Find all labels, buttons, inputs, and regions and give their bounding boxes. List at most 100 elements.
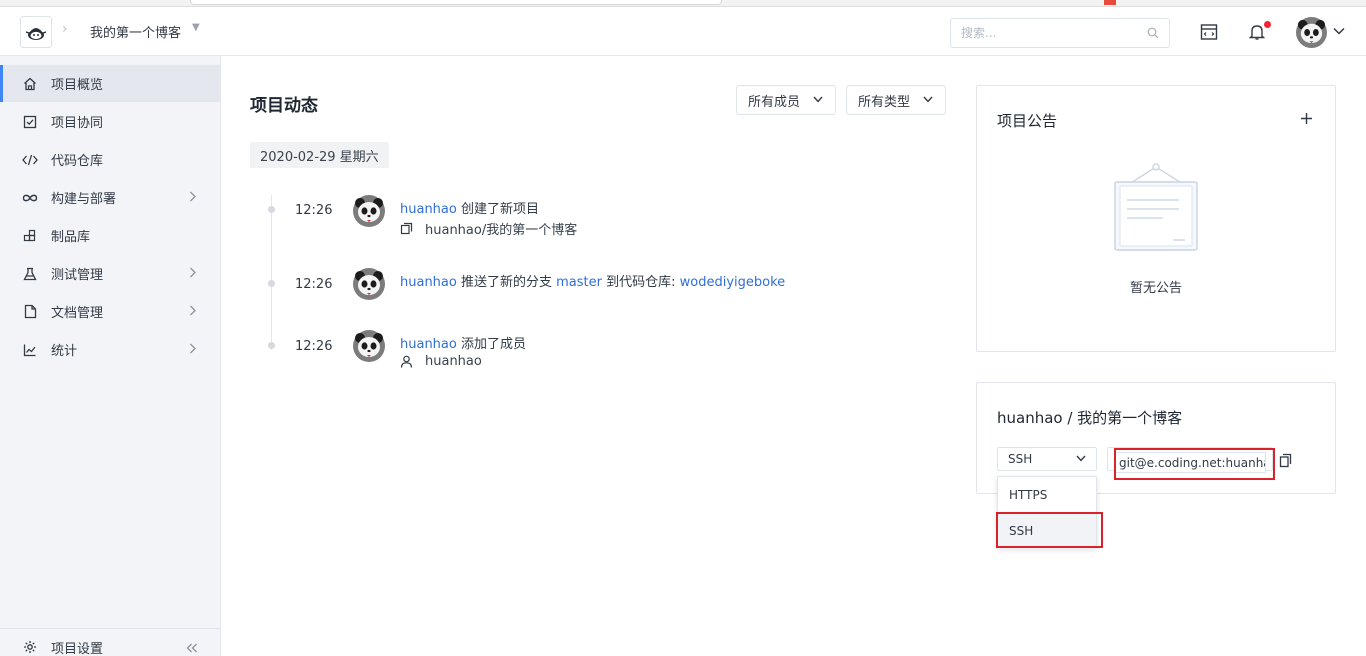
gear-icon — [22, 639, 38, 655]
sidebar-item-artifacts[interactable]: 制品库 — [0, 217, 220, 254]
empty-announcement-text: 暂无公告 — [1129, 281, 1182, 296]
empty-board-illustration — [1114, 163, 1198, 251]
code-icon — [22, 152, 38, 168]
page-title: 项目动态 — [250, 96, 318, 116]
event-summary: huanhao 推送了新的分支 master 到代码仓库: wodediyige… — [400, 271, 785, 290]
sidebar-item-label: 代码仓库 — [51, 154, 104, 169]
sidebar-item-docs[interactable]: 文档管理 — [0, 293, 220, 330]
sidebar-item-label: 项目设置 — [51, 641, 104, 656]
coding-logo[interactable] — [20, 16, 52, 48]
notification-badge — [1264, 21, 1271, 28]
event-detail: huanhao — [400, 354, 482, 369]
chevron-down-icon[interactable] — [1333, 27, 1345, 35]
browser-tab-edge — [190, 0, 722, 5]
add-announcement-icon[interactable] — [1300, 112, 1313, 125]
member-link[interactable]: huanhao — [425, 354, 482, 369]
workspace-icon[interactable] — [1200, 23, 1218, 41]
sidebar-item-label: 测试管理 — [51, 268, 104, 283]
event-action: 创建了新项目 — [460, 202, 539, 217]
sidebar-item-build-deploy[interactable]: 构建与部署 — [0, 179, 220, 216]
sidebar-item-label: 制品库 — [51, 230, 91, 245]
browser-tab-strip — [0, 0, 1366, 7]
sidebar: 项目概览 项目协同 代码仓库 构建与部署 制品库 测试管理 文档管理 统计 项目… — [0, 56, 221, 656]
collapse-sidebar-icon[interactable] — [186, 643, 198, 653]
clone-url-input[interactable] — [1115, 452, 1266, 473]
caret-down-icon[interactable]: ▼ — [192, 22, 200, 33]
event-action-2: 到代码仓库: — [606, 275, 676, 290]
type-filter-label: 所有类型 — [858, 94, 911, 110]
repo-title: huanhao / 我的第一个博客 — [997, 409, 1183, 427]
avatar[interactable] — [353, 330, 385, 362]
bell-icon[interactable] — [1249, 23, 1265, 41]
event-time: 12:26 — [295, 277, 333, 292]
branch-link[interactable]: master — [556, 275, 602, 290]
chevron-right-icon — [190, 191, 196, 202]
repo-link[interactable]: wodediyigeboke — [680, 275, 786, 290]
sidebar-item-label: 项目协同 — [51, 116, 104, 131]
event-summary: huanhao 添加了成员 — [400, 333, 526, 352]
protocol-option-https[interactable]: HTTPS — [998, 477, 1096, 513]
type-filter[interactable]: 所有类型 — [846, 85, 946, 115]
infinity-icon — [22, 190, 38, 206]
search-input[interactable] — [951, 19, 1131, 47]
timeline-line — [271, 195, 272, 350]
copy-icon[interactable] — [1279, 453, 1292, 468]
protocol-dropdown: HTTPS SSH — [997, 476, 1097, 549]
sidebar-item-testing[interactable]: 测试管理 — [0, 255, 220, 292]
event-detail: huanhao/我的第一个博客 — [400, 219, 577, 238]
protocol-value: SSH — [1008, 452, 1033, 466]
chevron-right-icon — [190, 267, 196, 278]
user-icon — [400, 355, 413, 368]
chevron-right-icon: › — [62, 21, 68, 37]
timeline-dot — [268, 206, 275, 213]
sidebar-item-label: 文档管理 — [51, 306, 104, 321]
browser-red-marker — [1104, 0, 1116, 5]
protocol-option-ssh[interactable]: SSH — [998, 513, 1096, 549]
coding-logo-icon — [25, 28, 47, 40]
announcement-title: 项目公告 — [997, 112, 1058, 130]
announcement-card: 项目公告 暂无公告 — [976, 85, 1336, 352]
event-time: 12:26 — [295, 339, 333, 354]
sidebar-item-label: 统计 — [51, 344, 78, 359]
event-time: 12:26 — [295, 203, 333, 218]
avatar[interactable] — [353, 195, 385, 227]
copy-icon — [400, 222, 413, 235]
chevron-right-icon — [190, 305, 196, 316]
date-chip: 2020-02-29 星期六 — [250, 142, 389, 168]
member-filter[interactable]: 所有成员 — [736, 85, 836, 115]
sidebar-item-label: 项目概览 — [51, 78, 104, 93]
chevron-down-icon — [813, 96, 823, 103]
sidebar-item-collaboration[interactable]: 项目协同 — [0, 103, 220, 140]
user-link[interactable]: huanhao — [400, 202, 457, 217]
avatar[interactable] — [353, 268, 385, 300]
home-icon — [22, 76, 38, 92]
flask-icon — [22, 266, 38, 282]
sidebar-item-settings[interactable]: 项目设置 — [0, 633, 220, 656]
sidebar-item-stats[interactable]: 统计 — [0, 331, 220, 368]
top-header: › 我的第一个博客 ▼ — [0, 7, 1366, 56]
user-link[interactable]: huanhao — [400, 275, 457, 290]
timeline-dot — [268, 342, 275, 349]
artifact-icon — [22, 228, 38, 244]
checkbox-icon — [22, 114, 38, 130]
user-link[interactable]: huanhao — [400, 337, 457, 352]
timeline-dot — [268, 280, 275, 287]
user-avatar[interactable] — [1296, 17, 1327, 48]
project-switcher[interactable]: 我的第一个博客 — [90, 22, 181, 41]
chart-icon — [22, 342, 38, 358]
event-action: 推送了新的分支 — [460, 275, 552, 290]
sidebar-item-overview[interactable]: 项目概览 — [0, 65, 220, 102]
chevron-right-icon — [190, 343, 196, 354]
event-action: 添加了成员 — [460, 337, 526, 352]
sidebar-item-code[interactable]: 代码仓库 — [0, 141, 220, 178]
sidebar-footer: 项目设置 — [0, 628, 220, 656]
chevron-down-icon — [923, 96, 933, 103]
chevron-down-icon — [1076, 455, 1086, 462]
sidebar-item-label: 构建与部署 — [51, 192, 117, 207]
search-icon[interactable] — [1147, 27, 1159, 39]
search-box[interactable] — [950, 18, 1170, 48]
protocol-select[interactable]: SSH — [997, 447, 1097, 471]
document-icon — [22, 304, 38, 320]
event-summary: huanhao 创建了新项目 — [400, 198, 539, 217]
project-link[interactable]: huanhao/我的第一个博客 — [425, 219, 577, 238]
